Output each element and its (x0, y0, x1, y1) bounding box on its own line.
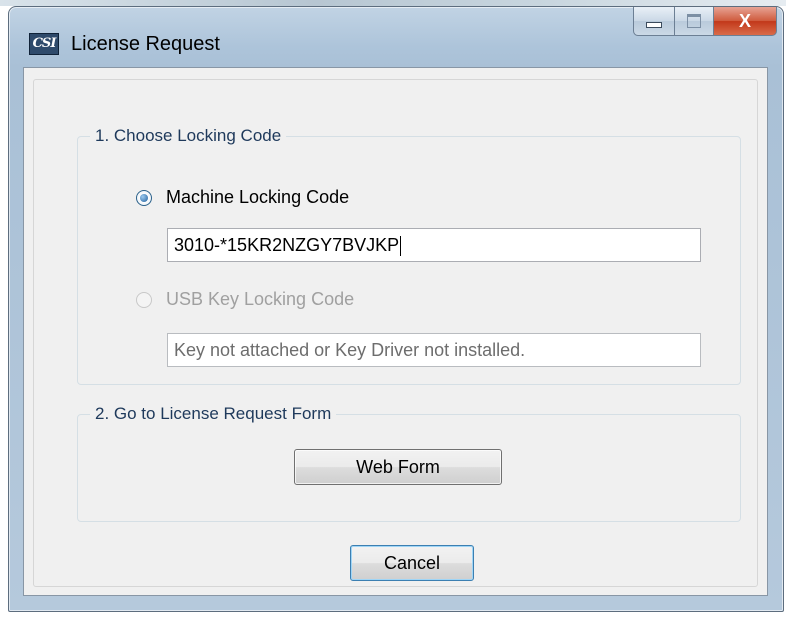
usb-locking-radio[interactable] (136, 291, 152, 308)
maximize-button[interactable] (675, 7, 714, 36)
dialog-client-area: 1. Choose Locking Code Machine Locking C… (23, 67, 768, 596)
usb-locking-code-field[interactable]: Key not attached or Key Driver not insta… (167, 333, 701, 367)
locking-code-group-title: 1. Choose Locking Code (90, 125, 287, 147)
content-panel: 1. Choose Locking Code Machine Locking C… (33, 79, 758, 587)
usb-locking-label: USB Key Locking Code (166, 289, 355, 309)
radio-selected-dot (140, 193, 148, 202)
usb-locking-code-value: Key not attached or Key Driver not insta… (174, 340, 526, 360)
license-request-window: CSI License Request X 1. Choose Locking … (8, 6, 784, 612)
machine-locking-code-field[interactable]: 3010-*15KR2NZGY7BVJKP (167, 228, 701, 262)
maximize-icon (687, 14, 701, 28)
title-bar[interactable]: CSI License Request X (9, 7, 783, 75)
usb-locking-option[interactable]: USB Key Locking Code (136, 289, 354, 310)
cancel-button[interactable]: Cancel (350, 545, 474, 581)
close-icon: X (738, 10, 751, 31)
machine-locking-code-value: 3010-*15KR2NZGY7BVJKP (174, 235, 400, 255)
text-caret (400, 236, 402, 257)
minimize-button[interactable] (633, 7, 675, 36)
machine-locking-option[interactable]: Machine Locking Code (136, 187, 349, 208)
caption-buttons: X (633, 7, 777, 36)
window-title: License Request (71, 33, 220, 55)
minimize-icon (646, 22, 662, 28)
machine-locking-label: Machine Locking Code (166, 187, 350, 207)
license-form-groupbox: 2. Go to License Request Form Web Form (77, 403, 741, 522)
web-form-button[interactable]: Web Form (294, 449, 502, 485)
csi-app-icon: CSI (29, 33, 59, 55)
license-form-group-title: 2. Go to License Request Form (90, 403, 337, 425)
machine-locking-radio[interactable] (136, 189, 152, 206)
close-button[interactable]: X (714, 7, 777, 36)
locking-code-groupbox: 1. Choose Locking Code Machine Locking C… (77, 125, 741, 385)
